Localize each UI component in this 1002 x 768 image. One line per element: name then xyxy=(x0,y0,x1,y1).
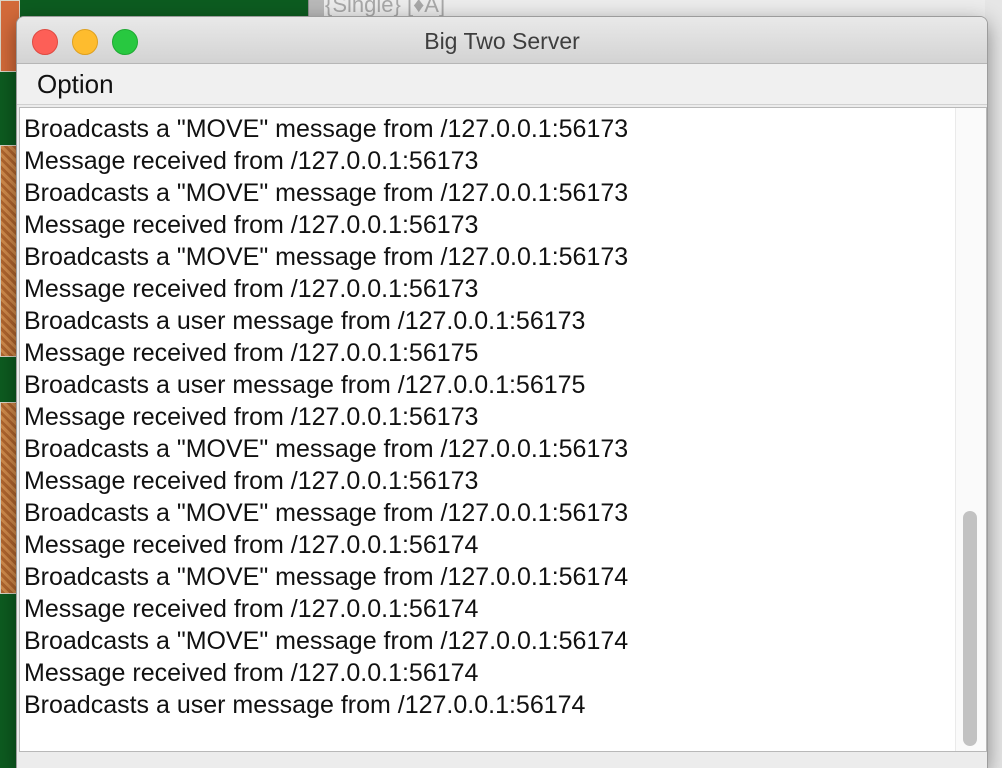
menu-bar: Option xyxy=(17,64,987,105)
scrollbar-thumb[interactable] xyxy=(963,511,977,746)
message-log[interactable]: Broadcasts a "MOVE" message from /127.0.… xyxy=(19,107,987,752)
log-line: Broadcasts a user message from /127.0.0.… xyxy=(24,371,586,399)
log-line: Broadcasts a "MOVE" message from /127.0.… xyxy=(24,115,629,143)
log-line: Message received from /127.0.0.1:56173 xyxy=(24,147,479,175)
log-list: Broadcasts a "MOVE" message from /127.0.… xyxy=(24,113,952,751)
background-card-label: {Single} [♦A] xyxy=(325,0,446,17)
server-window: Big Two Server Option Broadcasts a "MOVE… xyxy=(17,17,987,768)
log-line: Message received from /127.0.0.1:56173 xyxy=(24,467,479,495)
log-line: Broadcasts a "MOVE" message from /127.0.… xyxy=(24,563,629,591)
log-line: Message received from /127.0.0.1:56173 xyxy=(24,403,479,431)
background-panel-edge xyxy=(985,0,1002,768)
log-line: Broadcasts a user message from /127.0.0.… xyxy=(24,307,586,335)
log-line: Message received from /127.0.0.1:56174 xyxy=(24,595,479,623)
log-line: Message received from /127.0.0.1:56174 xyxy=(24,659,479,687)
log-line: Broadcasts a "MOVE" message from /127.0.… xyxy=(24,179,629,207)
log-line: Broadcasts a "MOVE" message from /127.0.… xyxy=(24,243,629,271)
log-line: Message received from /127.0.0.1:56173 xyxy=(24,211,479,239)
log-line: Message received from /127.0.0.1:56173 xyxy=(24,275,479,303)
log-line: Message received from /127.0.0.1:56175 xyxy=(24,339,479,367)
vertical-scrollbar[interactable] xyxy=(955,108,986,751)
log-line: Message received from /127.0.0.1:56174 xyxy=(24,531,479,559)
title-bar[interactable]: Big Two Server xyxy=(17,17,987,64)
log-line: Broadcasts a "MOVE" message from /127.0.… xyxy=(24,435,629,463)
log-line: Broadcasts a user message from /127.0.0.… xyxy=(24,691,586,719)
log-line: Broadcasts a "MOVE" message from /127.0.… xyxy=(24,499,629,527)
window-title: Big Two Server xyxy=(424,28,580,54)
log-line: Broadcasts a "MOVE" message from /127.0.… xyxy=(24,627,629,655)
menu-option[interactable]: Option xyxy=(35,64,116,104)
